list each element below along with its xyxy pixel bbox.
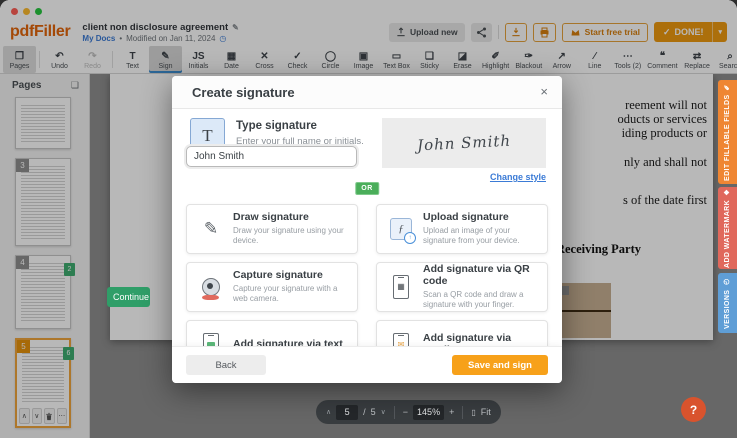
or-divider-badge: OR (355, 182, 379, 195)
tab-edit-fillable-fields[interactable]: EDIT FILLABLE FIELDS ✎ (718, 80, 737, 184)
right-tab-rail: EDIT FILLABLE FIELDS ✎ ADD WATERMARK ❖ VERSI… (718, 74, 737, 438)
card-description: Draw your signature using your device. (233, 226, 349, 246)
pill-divider (394, 406, 395, 419)
modal-header: Create signature × (172, 76, 562, 109)
card-draw-signature[interactable]: ✎ Draw signature Draw your signature using… (186, 204, 358, 254)
continue-button[interactable]: Continue (107, 287, 150, 307)
card-description: Capture your signature with a web camera… (233, 284, 349, 304)
tab-versions[interactable]: VERSIONS ◷ (718, 273, 737, 333)
card-text: Add signature via QR code Scan a QR code … (423, 264, 539, 309)
page-up-icon[interactable]: ∧ (326, 408, 331, 416)
card-title: Capture signature (233, 270, 349, 282)
add-watermark-icon: ❖ (724, 188, 732, 196)
modal-body: T Type signature Enter your full name or… (172, 108, 562, 383)
modal-title: Create signature (192, 85, 295, 100)
capture-signature-icon (197, 272, 225, 302)
create-signature-modal: Create signature × T Type signature Ente… (172, 76, 562, 383)
card-title: Draw signature (233, 212, 349, 224)
close-icon[interactable]: × (538, 83, 550, 100)
card-upload-signature[interactable]: ƒ↑ Upload signature Upload an image of you… (376, 204, 548, 254)
bottom-toolbar: ∧ 5 / 5 ∨ − 145% + ▯ Fit (316, 400, 501, 424)
upload-signature-icon: ƒ↑ (387, 214, 415, 244)
card-description: Scan a QR code and draw a signature with… (423, 290, 539, 310)
tab-add-watermark[interactable]: ADD WATERMARK ❖ (718, 187, 737, 269)
card-text: Capture signature Capture your signature … (233, 270, 349, 304)
fit-page-icon: ▯ (471, 408, 475, 417)
tab-label: EDIT FILLABLE FIELDS (724, 95, 731, 182)
type-signature-title: Type signature (236, 120, 317, 132)
tab-label: ADD WATERMARK (724, 200, 731, 268)
zoom-in-button[interactable]: + (449, 407, 454, 417)
app-window: pdfFiller client non disclosure agreemen… (0, 0, 737, 438)
save-and-sign-button[interactable]: Save and sign (452, 355, 548, 375)
versions-icon: ◷ (724, 277, 732, 285)
tab-label: VERSIONS (724, 290, 731, 329)
help-button[interactable]: ? (681, 397, 706, 422)
change-style-link[interactable]: Change style (490, 172, 546, 182)
fit-button[interactable]: Fit (481, 407, 491, 417)
card-capture-signature[interactable]: Capture signature Capture your signature … (186, 262, 358, 312)
zoom-level[interactable]: 145% (413, 405, 444, 420)
draw-signature-icon: ✎ (197, 214, 225, 244)
card-title: Add signature via QR code (423, 264, 539, 287)
signature-name-input[interactable] (186, 146, 357, 167)
page-separator: / (363, 407, 366, 417)
signature-preview: John Smith (382, 118, 546, 168)
page-down-icon[interactable]: ∨ (381, 408, 386, 416)
pill-divider (462, 406, 463, 419)
card-text: Upload signature Upload an image of your … (423, 212, 539, 246)
card-add-signature-via-qr-code[interactable]: ▦ Add signature via QR code Scan a QR code… (376, 262, 548, 312)
card-description: Upload an image of your signature from y… (423, 226, 539, 246)
card-title: Upload signature (423, 212, 539, 224)
card-text: Draw signature Draw your signature using … (233, 212, 349, 246)
edit-fillable-fields-icon: ✎ (724, 83, 732, 91)
current-page-input[interactable]: 5 (336, 405, 358, 420)
modal-footer: Back Save and sign (172, 346, 562, 383)
zoom-out-button[interactable]: − (403, 407, 408, 417)
signature-preview-text: John Smith (417, 132, 512, 155)
total-pages: 5 (371, 407, 376, 417)
add-signature-via-qr-code-icon: ▦ (387, 272, 415, 302)
back-button[interactable]: Back (186, 355, 266, 375)
